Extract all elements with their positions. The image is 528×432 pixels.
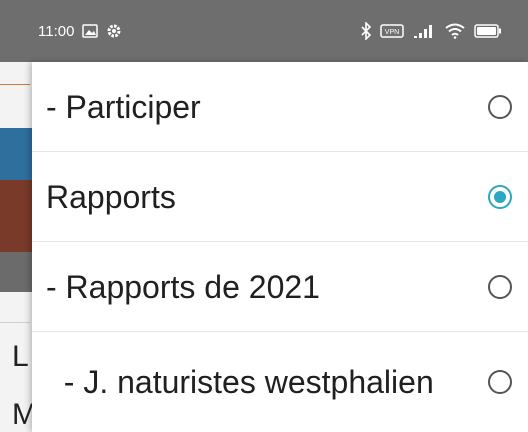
background-image-bottom	[0, 180, 32, 252]
background-text: L	[12, 340, 29, 373]
radio-button-selected[interactable]	[488, 184, 512, 209]
background-image-top	[0, 128, 32, 180]
bluetooth-icon	[360, 22, 372, 40]
background-divider	[0, 84, 30, 85]
option-label: - Participer	[46, 88, 201, 125]
svg-text:VPN: VPN	[385, 29, 399, 36]
vpn-icon: VPN	[380, 24, 404, 38]
option-label: Rapports	[46, 178, 176, 215]
signal-icon	[412, 23, 436, 39]
status-time: 11:00	[38, 22, 75, 40]
option-label: - J. naturistes westphalien	[46, 364, 434, 400]
status-bar: 11:00 VPN	[0, 0, 528, 62]
option-naturistes-westphalien[interactable]: - J. naturistes westphalien	[32, 332, 528, 432]
selection-dialog: - Participer Rapports - Rapports de 2021…	[32, 62, 528, 432]
image-notification-icon	[82, 24, 99, 38]
radio-button[interactable]	[488, 94, 512, 119]
background-divider	[0, 322, 30, 323]
radio-button[interactable]	[488, 274, 512, 299]
radio-button[interactable]	[488, 370, 512, 394]
wifi-icon	[444, 23, 466, 39]
option-participer[interactable]: - Participer	[32, 62, 528, 152]
option-rapports-2021[interactable]: - Rapports de 2021	[32, 242, 528, 332]
option-rapports[interactable]: Rapports	[32, 152, 528, 242]
gear-icon	[106, 23, 122, 39]
background-image-strip	[0, 252, 32, 292]
battery-icon	[474, 24, 502, 38]
option-label: - Rapports de 2021	[46, 268, 320, 305]
